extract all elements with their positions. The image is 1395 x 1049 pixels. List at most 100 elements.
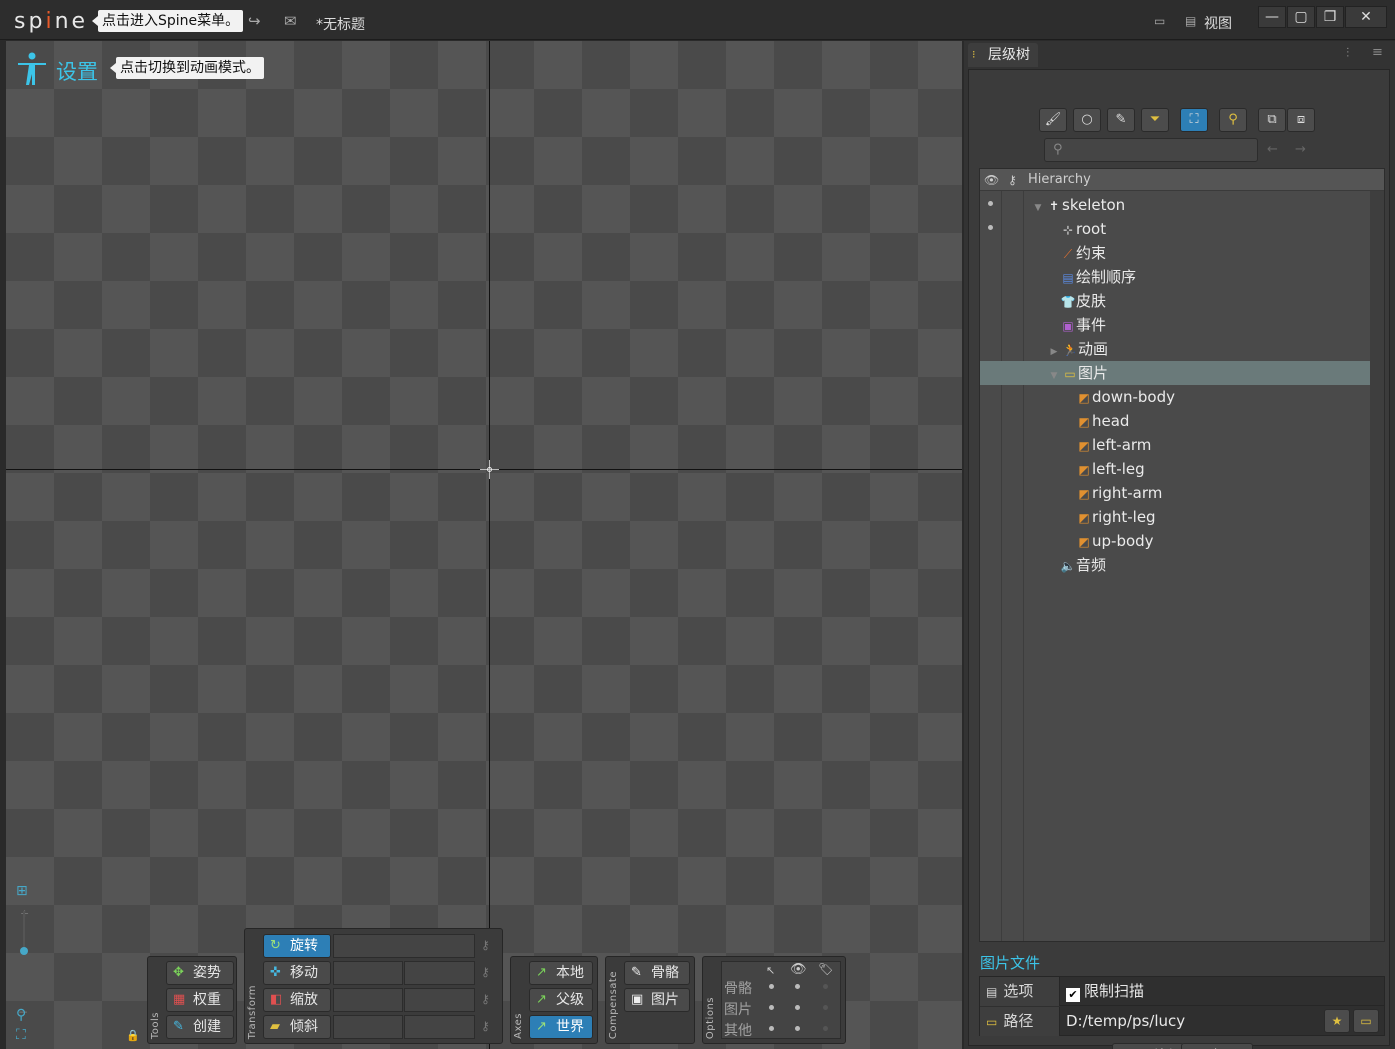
- scale-key-icon[interactable]: ⚷: [481, 992, 490, 1006]
- mode-title[interactable]: 设置: [56, 56, 98, 86]
- tree-item-image[interactable]: ◩ right-leg: [980, 505, 1370, 529]
- refresh-button[interactable]: ↻刷新: [1112, 1043, 1185, 1049]
- fit-view-icon[interactable]: ⛶: [16, 1027, 26, 1043]
- tree-item-image[interactable]: ◩ head: [980, 409, 1370, 433]
- options-icon: ▤: [986, 985, 998, 999]
- mail-icon[interactable]: ✉: [284, 12, 297, 30]
- circle-filter-button[interactable]: ○: [1073, 108, 1101, 132]
- open-button[interactable]: ▭打开: [1181, 1043, 1254, 1049]
- favorite-button[interactable]: ★: [1324, 1009, 1350, 1033]
- weights-label: 权重: [193, 992, 221, 1008]
- rotate-value-field[interactable]: [333, 934, 475, 958]
- view-menu[interactable]: 视图: [1204, 13, 1232, 33]
- zoom-slider-track[interactable]: [23, 911, 25, 1001]
- find-button[interactable]: ⚲: [1219, 108, 1247, 132]
- minimize-button[interactable]: —: [1258, 6, 1286, 28]
- tree-item-root[interactable]: ⊹ root: [980, 217, 1370, 241]
- tab-hierarchy[interactable]: ⁝ 层级树: [968, 43, 1038, 67]
- tree-item-skins[interactable]: 👕皮肤: [980, 289, 1370, 313]
- tree-item-image[interactable]: ◩ right-arm: [980, 481, 1370, 505]
- rotate-tool-button[interactable]: ↻ 旋转: [263, 934, 331, 958]
- key-column-icon[interactable]: ⚷: [1008, 169, 1017, 191]
- panel-settings-icon[interactable]: ⫶: [1346, 46, 1349, 61]
- tree-item-events[interactable]: ▣ 事件: [980, 313, 1370, 337]
- compensate-images-button[interactable]: ▣ 图片: [624, 988, 690, 1012]
- redo-icon[interactable]: ↪: [248, 12, 261, 30]
- local-axes-button[interactable]: ↗ 本地: [529, 961, 593, 985]
- tree-item-animations[interactable]: ▶ 🏃动画: [980, 337, 1370, 361]
- tree-item-image[interactable]: ◩ left-leg: [980, 457, 1370, 481]
- tree-item-skeleton[interactable]: ▼ ✝ skeleton: [980, 193, 1370, 217]
- event-icon: ▣: [1062, 319, 1074, 333]
- brush-filter-button[interactable]: 🖌: [1039, 108, 1067, 132]
- option-toggle[interactable]: [823, 1005, 828, 1010]
- browse-folder-button[interactable]: ▭: [1353, 1009, 1379, 1033]
- copy-button[interactable]: ⧉: [1258, 108, 1286, 132]
- checkbox-check-icon[interactable]: ✔: [1066, 988, 1080, 1002]
- shear-key-icon[interactable]: ⚷: [481, 1019, 490, 1033]
- option-toggle[interactable]: [795, 1005, 800, 1010]
- paste-button[interactable]: ⧈: [1287, 108, 1315, 132]
- restore-button[interactable]: ❐: [1316, 6, 1344, 28]
- funnel-filter-button[interactable]: ⏷: [1141, 108, 1169, 132]
- image-icon: ◩: [1078, 415, 1090, 429]
- prev-arrow-icon[interactable]: ←: [1267, 142, 1278, 157]
- visibility-column-icon[interactable]: 👁: [984, 169, 999, 191]
- world-axes-button[interactable]: ↗ 世界: [529, 1015, 593, 1039]
- path-key: ▭ 路径: [980, 1007, 1060, 1036]
- option-toggle[interactable]: [769, 1026, 774, 1031]
- option-toggle[interactable]: [795, 984, 800, 989]
- view-icon[interactable]: ▤: [1185, 14, 1196, 28]
- focus-button[interactable]: ⛶: [1180, 108, 1208, 132]
- create-tool-button[interactable]: ✎ 创建: [166, 1015, 234, 1039]
- tab-hierarchy-label: 层级树: [988, 47, 1030, 63]
- zoom-search-icon[interactable]: ⚲: [16, 1007, 26, 1023]
- translate-key-icon[interactable]: ⚷: [481, 965, 490, 979]
- tree-item-label: up-body: [1092, 532, 1154, 550]
- option-toggle[interactable]: [769, 1005, 774, 1010]
- close-button[interactable]: ✕: [1345, 6, 1387, 28]
- editor-viewport[interactable]: 设置 点击切换到动画模式。 ⊞ + − ⚲ ⛶ 🔒: [6, 41, 962, 1049]
- scale-tool-button[interactable]: ◧ 缩放: [263, 988, 331, 1012]
- option-toggle[interactable]: [769, 984, 774, 989]
- path-input[interactable]: D:/temp/ps/lucy: [1066, 1007, 1185, 1035]
- tree-item-image[interactable]: ◩ down-body: [980, 385, 1370, 409]
- scale-x-field[interactable]: [333, 988, 403, 1012]
- panel-menu-icon[interactable]: ≡: [1372, 45, 1383, 60]
- setup-mode-icon[interactable]: [16, 51, 48, 87]
- layout-icon[interactable]: ▭: [1154, 14, 1165, 28]
- weights-tool-button[interactable]: ▦ 权重: [166, 988, 234, 1012]
- lock-icon[interactable]: 🔒: [126, 1029, 140, 1042]
- tree-item-image[interactable]: ◩ left-arm: [980, 433, 1370, 457]
- origin-crosshair-icon: [480, 460, 499, 479]
- translate-tool-button[interactable]: ✜ 移动: [263, 961, 331, 985]
- parent-axes-button[interactable]: ↗ 父级: [529, 988, 593, 1012]
- tree-item-image[interactable]: ◩ up-body: [980, 529, 1370, 553]
- hierarchy-search-input[interactable]: ⚲: [1044, 138, 1258, 162]
- pencil-filter-button[interactable]: ✎: [1107, 108, 1135, 132]
- zoom-slider-knob[interactable]: [20, 947, 28, 955]
- layout-toggle-icon[interactable]: ⊞: [16, 883, 28, 899]
- shear-y-field[interactable]: [404, 1015, 475, 1039]
- spine-logo[interactable]: spine: [14, 9, 88, 34]
- tree-scrollbar[interactable]: [1370, 191, 1384, 941]
- rotate-key-icon[interactable]: ⚷: [481, 938, 490, 952]
- shear-tool-button[interactable]: ▰ 倾斜: [263, 1015, 331, 1039]
- option-toggle[interactable]: [823, 1026, 828, 1031]
- next-arrow-icon[interactable]: →: [1295, 142, 1306, 157]
- pose-tool-button[interactable]: ✥ 姿势: [166, 961, 234, 985]
- tree-item-constraints[interactable]: ⟋ 约束: [980, 241, 1370, 265]
- tree-item-audio[interactable]: 🔈音频: [980, 553, 1370, 577]
- option-toggle[interactable]: [795, 1026, 800, 1031]
- shear-x-field[interactable]: [333, 1015, 403, 1039]
- option-toggle[interactable]: [823, 984, 828, 989]
- tree-item-draw-order[interactable]: ▤ 绘制顺序: [980, 265, 1370, 289]
- translate-x-field[interactable]: [333, 961, 403, 985]
- maximize-button[interactable]: ▢: [1287, 6, 1315, 28]
- translate-y-field[interactable]: [404, 961, 475, 985]
- scale-y-field[interactable]: [404, 988, 475, 1012]
- tree-item-images[interactable]: ▼ ▭ 图片: [980, 361, 1370, 385]
- compensate-bones-button[interactable]: ✎ 骨骼: [624, 961, 690, 985]
- pose-icon: ✥: [173, 965, 184, 980]
- limit-scan-checkbox[interactable]: ✔ 限制扫描: [1066, 977, 1144, 1005]
